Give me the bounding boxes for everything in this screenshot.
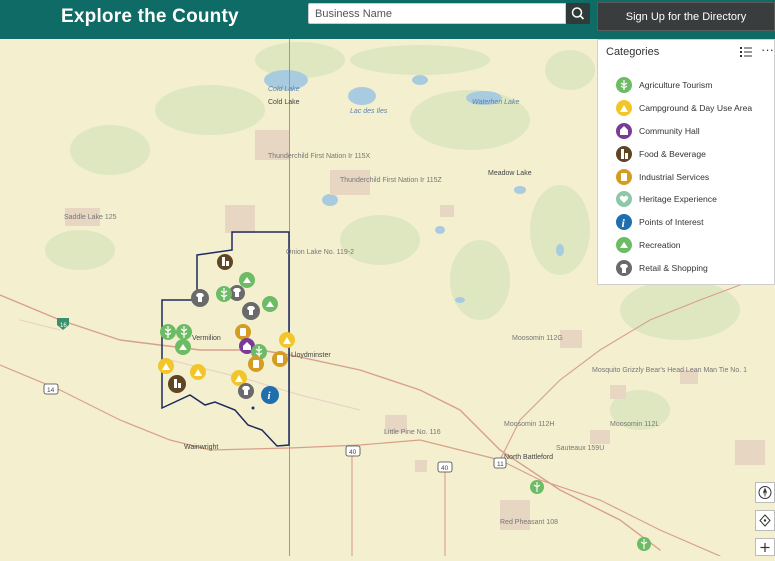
category-label: Industrial Services [639,171,710,182]
campground-marker [158,358,174,374]
bottle-icon [616,145,632,162]
panel-title: Categories [606,46,660,58]
map-label: Moosomin 112H [504,421,554,428]
search-bar [308,3,590,24]
campground-marker [190,364,206,380]
food-beverage-marker [217,254,233,270]
svg-text:40: 40 [441,465,449,472]
map-label: Vermilion [192,335,221,342]
map-label: Thunderchild First Nation Ir 115Z [340,177,443,184]
retail-marker [242,302,260,320]
industrial-marker [235,324,251,340]
recreation-icon [616,236,632,253]
industrial-marker [272,351,288,367]
shirt-icon [616,259,632,276]
map-label: Sauteaux 159U [556,445,604,452]
compass-icon [758,486,772,499]
agriculture-marker [530,480,544,494]
category-item-food-beverage[interactable]: Food & Beverage [616,142,752,165]
search-icon [571,7,585,20]
category-label: Recreation [639,239,681,250]
highway-shield-40-east: 40 [437,461,453,473]
more-options-icon[interactable]: ··· [761,42,774,57]
wheat-icon [616,77,632,94]
list-icon[interactable] [740,46,752,57]
industry-icon [616,168,632,185]
svg-text:14: 14 [47,387,55,394]
locate-button[interactable] [755,510,775,531]
retail-marker [238,383,254,399]
business-search-input[interactable] [308,3,566,24]
search-button[interactable] [566,3,590,24]
points-of-interest-marker: i [261,386,279,404]
recreation-marker [262,296,278,312]
category-item-retail-shopping[interactable]: Retail & Shopping [616,256,752,279]
map-label: Mosquito Grizzly Bear's Head Lean Man Ti… [592,367,747,374]
food-beverage-marker [168,375,186,393]
agriculture-marker [160,324,176,340]
zoom-in-button[interactable] [755,538,775,556]
retail-marker [191,289,209,307]
map-label: Red Pheasant 108 [500,519,558,526]
map-label: Onion Lake No. 119-2 [286,249,354,256]
map-label: North Battleford [504,454,553,461]
category-label: Campground & Day Use Area [639,103,753,114]
map-label: Lloydminster [291,352,331,359]
svg-text:40: 40 [349,449,357,456]
small-point-marker [251,406,255,410]
highway-shield-14: 14 [43,383,59,395]
locate-icon [759,514,771,527]
category-list: Agriculture Tourism Campground & Day Use… [616,74,752,279]
category-item-campground[interactable]: Campground & Day Use Area [616,97,752,120]
header-bar: Explore the County Sign Up for the Direc… [0,0,775,39]
signup-directory-button[interactable]: Sign Up for the Directory [597,2,775,31]
map-label: Little Pine No. 116 [384,429,441,436]
plus-icon [760,543,770,552]
map-label: Cold Lake [268,99,300,106]
highway-shield-11: 11 [493,457,507,469]
hall-icon [616,122,632,139]
svg-text:11: 11 [497,461,504,468]
category-label: Heritage Experience [639,194,717,205]
category-label: Food & Beverage [639,148,706,159]
category-item-recreation[interactable]: Recreation [616,234,752,257]
map-label: Wainwright [184,444,218,451]
category-item-industrial-services[interactable]: Industrial Services [616,165,752,188]
map-label: Moosomin 112L [610,421,659,428]
category-label: Points of Interest [639,217,704,228]
category-label: Community Hall [639,125,700,136]
categories-panel: Categories ··· Agriculture Tourism Campg… [597,39,775,285]
map-label: Moosomin 112G [512,335,563,342]
agriculture-marker [216,286,232,302]
agriculture-marker [176,324,192,340]
map-label: Lac des Iles [350,108,388,115]
map-label: Meadow Lake [488,170,532,177]
map-label: Waterhen Lake [472,99,519,106]
map-label: Thunderchild First Nation Ir 115X [268,153,371,160]
category-label: Agriculture Tourism [639,80,713,91]
recreation-marker [175,339,191,355]
category-item-heritage-experience[interactable]: Heritage Experience [616,188,752,211]
industrial-marker [248,356,264,372]
info-icon: i [616,214,632,231]
category-item-points-of-interest[interactable]: i Points of Interest [616,211,752,234]
category-item-community-hall[interactable]: Community Hall [616,120,752,143]
map-label: Cold Lake [268,86,300,93]
map-label: Saddle Lake 125 [64,214,117,221]
campground-marker [279,332,295,348]
campfire-icon [616,100,632,117]
compass-button[interactable] [755,482,775,503]
app-title: Explore the County [61,6,239,27]
agriculture-marker [637,537,651,551]
recreation-marker [239,272,255,288]
heritage-icon [616,191,632,208]
svg-text:16: 16 [60,323,67,329]
highway-shield-40: 40 [345,445,361,457]
category-item-agriculture-tourism[interactable]: Agriculture Tourism [616,74,752,97]
category-label: Retail & Shopping [639,262,708,273]
